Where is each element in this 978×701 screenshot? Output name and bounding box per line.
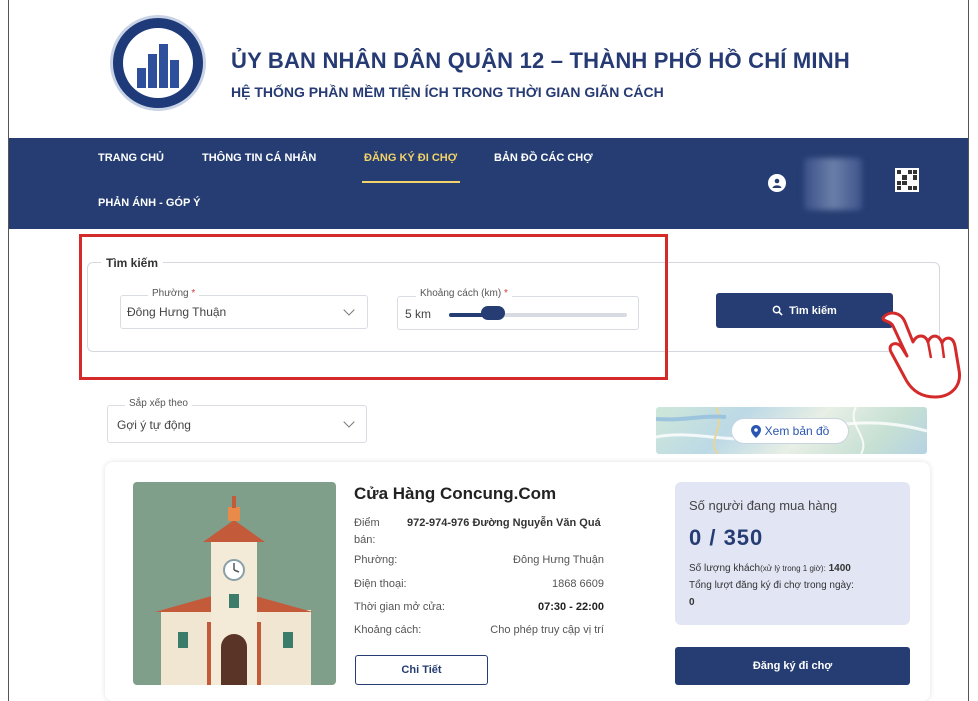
page-title: ỦY BAN NHÂN DÂN QUẬN 12 – THÀNH PHỐ HỒ C… — [231, 48, 850, 73]
detail-button[interactable]: Chi Tiết — [355, 655, 488, 685]
capacity-line: Số lượng khách(xử lý trong 1 giờ): 1400 — [689, 563, 851, 574]
search-button-label: Tìm kiếm — [789, 304, 837, 317]
ward-info-label: Phường: — [354, 554, 398, 566]
user-avatar-icon[interactable] — [768, 174, 786, 192]
ward-info-value: Đông Hưng Thuận — [513, 554, 604, 566]
hours-value: 07:30 - 22:00 — [537, 601, 604, 613]
search-button[interactable]: Tìm kiếm — [716, 293, 893, 328]
daily-registrations-label: Tổng lượt đăng ký đi chợ trong ngày: — [689, 580, 854, 591]
qr-code-icon[interactable] — [895, 168, 919, 192]
register-market-button[interactable]: Đăng ký đi chợ — [675, 647, 910, 685]
search-icon — [772, 305, 783, 316]
map-pin-icon — [750, 424, 761, 438]
main-nav: TRANG CHỦ THÔNG TIN CÁ NHÂN ĐĂNG KÝ ĐI C… — [9, 138, 968, 229]
active-tab-indicator — [362, 181, 460, 183]
page-header: ỦY BAN NHÂN DÂN QUẬN 12 – THÀNH PHỐ HỒ C… — [9, 0, 968, 138]
nav-item-profile[interactable]: THÔNG TIN CÁ NHÂN — [202, 152, 316, 164]
sort-label: Sắp xếp theo — [125, 398, 192, 409]
phone-label: Điện thoại: — [354, 578, 407, 590]
user-info-blurred[interactable] — [804, 158, 862, 210]
nav-item-market-registration[interactable]: ĐĂNG KÝ ĐI CHỢ — [364, 152, 457, 164]
distance-info-value: Cho phép truy cập vị trí — [490, 624, 604, 636]
logo-emblem — [123, 28, 193, 98]
page-subtitle: HỆ THỐNG PHẦN MỀM TIỆN ÍCH TRONG THỜI GI… — [231, 84, 664, 100]
shoppers-label: Số người đang mua hàng — [689, 498, 838, 513]
store-name: Cửa Hàng Concung.Com — [354, 484, 557, 503]
market-illustration — [133, 482, 336, 685]
hours-label: Thời gian mở cửa: — [354, 601, 445, 613]
highlight-annotation — [79, 234, 668, 380]
pointing-hand-icon — [881, 311, 961, 399]
shoppers-count: 0 / 350 — [689, 525, 764, 550]
address-value: 972-974-976 Đường Nguyễn Văn Quá — [407, 517, 601, 529]
nav-item-feedback[interactable]: PHẢN ÁNH - GÓP Ý — [98, 197, 200, 209]
sort-value: Gợi ý tự động — [117, 418, 191, 432]
nav-item-home[interactable]: TRANG CHỦ — [98, 152, 164, 164]
view-map-button[interactable]: Xem bản đồ — [731, 418, 849, 444]
view-map-label: Xem bản đồ — [764, 424, 830, 438]
daily-registrations-value: 0 — [689, 597, 695, 608]
district-logo — [110, 15, 206, 111]
app-frame: ỦY BAN NHÂN DÂN QUẬN 12 – THÀNH PHỐ HỒ C… — [8, 0, 969, 701]
distance-info-label: Khoảng cách: — [354, 624, 422, 636]
address-label: Điểm bán: — [354, 517, 380, 546]
nav-item-market-map[interactable]: BẢN ĐỒ CÁC CHỢ — [494, 152, 593, 164]
logo-building-icon — [137, 44, 179, 88]
phone-value: 1868 6609 — [552, 578, 604, 590]
